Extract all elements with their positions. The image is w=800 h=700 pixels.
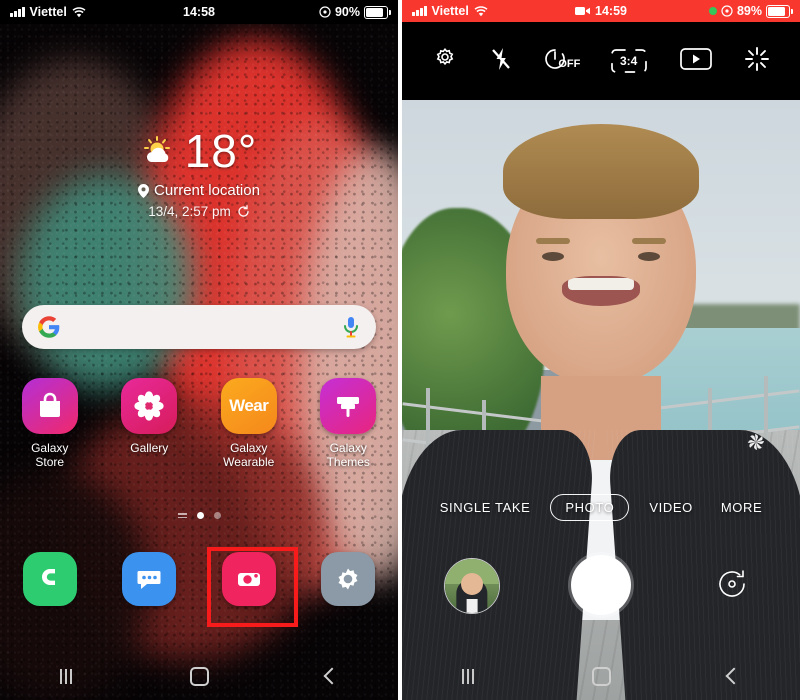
weather-location: Current location xyxy=(154,182,260,199)
weather-temperature: 18° xyxy=(184,125,258,177)
mode-single-take[interactable]: SINGLE TAKE xyxy=(432,495,539,520)
flash-button[interactable] xyxy=(489,46,513,77)
shopping-bag-icon xyxy=(21,378,78,434)
right-nav-bar xyxy=(402,652,800,700)
home-button[interactable] xyxy=(535,666,668,686)
dock-item-phone[interactable] xyxy=(0,552,100,606)
weather-widget[interactable]: 18° Current location 13/4, 2:57 pm xyxy=(0,128,398,219)
aspect-ratio-label: 3:4 xyxy=(619,54,638,68)
alarm-icon xyxy=(319,6,331,18)
app-label: Galaxy Themes xyxy=(326,441,370,469)
status-time: 14:59 xyxy=(595,4,627,18)
aspect-ratio-button[interactable]: 3:4 xyxy=(610,47,648,75)
green-privacy-dot-icon xyxy=(708,7,717,15)
recents-icon xyxy=(462,668,475,684)
home-icon xyxy=(591,666,611,686)
switch-camera-button[interactable] xyxy=(710,562,754,606)
right-status-bar: Viettel 14:59 89% xyxy=(402,0,800,22)
mode-photo[interactable]: PHOTO xyxy=(550,494,630,521)
page-indicator[interactable] xyxy=(0,512,398,519)
screenshot-stage: Viettel 14:58 90% 18° Current location 1… xyxy=(0,0,800,700)
filters-button[interactable] xyxy=(744,46,770,77)
page-dot[interactable] xyxy=(213,512,221,519)
google-g-icon xyxy=(38,316,60,338)
back-icon xyxy=(725,667,743,685)
back-button[interactable] xyxy=(667,667,800,685)
mode-more[interactable]: MORE xyxy=(713,495,770,520)
carrier-label: Viettel xyxy=(29,5,67,19)
app-grid: Galaxy Store Gallery Wear Galaxy Wearabl… xyxy=(0,378,398,469)
filters-icon xyxy=(745,46,770,71)
dock-item-settings[interactable] xyxy=(299,552,399,606)
home-icon xyxy=(189,666,209,686)
camera-settings-button[interactable] xyxy=(432,46,458,77)
left-status-bar: Viettel 14:58 90% xyxy=(0,0,398,24)
app-label: Galaxy Wearable xyxy=(223,441,275,469)
wifi-icon xyxy=(72,6,86,17)
app-galaxy-themes[interactable]: Galaxy Themes xyxy=(299,378,399,469)
camera-toolbar: OFF 3:4 xyxy=(402,22,800,100)
gear-icon xyxy=(321,552,376,606)
timer-label: OFF xyxy=(558,58,581,70)
wear-text-icon: Wear xyxy=(220,378,277,434)
flash-off-icon xyxy=(492,47,510,70)
left-phone-home-screen: Viettel 14:58 90% 18° Current location 1… xyxy=(0,0,398,700)
app-galaxy-wearable[interactable]: Wear Galaxy Wearable xyxy=(199,378,299,469)
recents-button[interactable] xyxy=(402,668,535,684)
signal-bars-icon xyxy=(412,6,427,16)
recents-button[interactable] xyxy=(0,668,133,684)
shutter-button[interactable] xyxy=(571,555,631,615)
paint-brush-icon xyxy=(320,378,377,434)
flower-icon xyxy=(121,378,178,434)
preview-person-hair xyxy=(503,124,699,219)
dock xyxy=(0,552,398,606)
home-button[interactable] xyxy=(133,666,266,686)
battery-icon xyxy=(364,5,391,19)
camera-highlight-box xyxy=(207,547,298,627)
status-time: 14:58 xyxy=(183,5,215,19)
right-phone-camera-app: Viettel 14:59 89% OFF 3:4 SINGLE TAKE PH… xyxy=(402,0,800,700)
mode-video[interactable]: VIDEO xyxy=(641,495,700,520)
alarm-icon xyxy=(721,5,733,17)
page-dot-active[interactable] xyxy=(196,512,204,519)
recents-icon xyxy=(60,668,73,684)
weather-updated-time: 13/4, 2:57 pm xyxy=(148,204,231,219)
refresh-icon[interactable] xyxy=(237,205,250,218)
message-bubble-icon xyxy=(122,552,177,606)
app-galaxy-store[interactable]: Galaxy Store xyxy=(0,378,100,469)
camera-mode-selector: SINGLE TAKE PHOTO VIDEO MORE xyxy=(402,494,800,521)
timer-button[interactable]: OFF xyxy=(544,48,581,74)
back-button[interactable] xyxy=(265,667,398,685)
location-pin-icon xyxy=(138,183,150,198)
signal-bars-icon xyxy=(10,7,25,17)
back-icon xyxy=(323,667,341,685)
sun-behind-cloud-icon xyxy=(143,136,170,162)
shutter-effect-icon[interactable] xyxy=(746,432,766,457)
switch-camera-icon xyxy=(719,570,745,597)
dock-item-messages[interactable] xyxy=(100,552,200,606)
carrier-label: Viettel xyxy=(431,4,469,18)
video-record-icon xyxy=(575,7,590,15)
gallery-thumbnail[interactable] xyxy=(444,558,500,614)
apps-page-icon[interactable] xyxy=(177,512,187,519)
phone-icon xyxy=(22,552,77,606)
app-label: Galaxy Store xyxy=(31,441,69,469)
wifi-icon xyxy=(474,5,488,16)
motion-photo-icon xyxy=(680,47,712,70)
app-label: Gallery xyxy=(130,441,169,455)
settings-icon xyxy=(436,47,453,65)
wear-label: Wear xyxy=(229,396,269,415)
left-nav-bar xyxy=(0,652,398,700)
battery-percent-label: 89% xyxy=(736,4,762,18)
motion-photo-button[interactable] xyxy=(679,46,713,77)
microphone-icon[interactable] xyxy=(342,316,360,338)
battery-percent-label: 90% xyxy=(334,5,360,19)
app-gallery[interactable]: Gallery xyxy=(100,378,200,469)
google-search-bar[interactable] xyxy=(22,305,376,349)
camera-bottom-bar xyxy=(402,550,800,635)
battery-icon xyxy=(766,4,793,18)
